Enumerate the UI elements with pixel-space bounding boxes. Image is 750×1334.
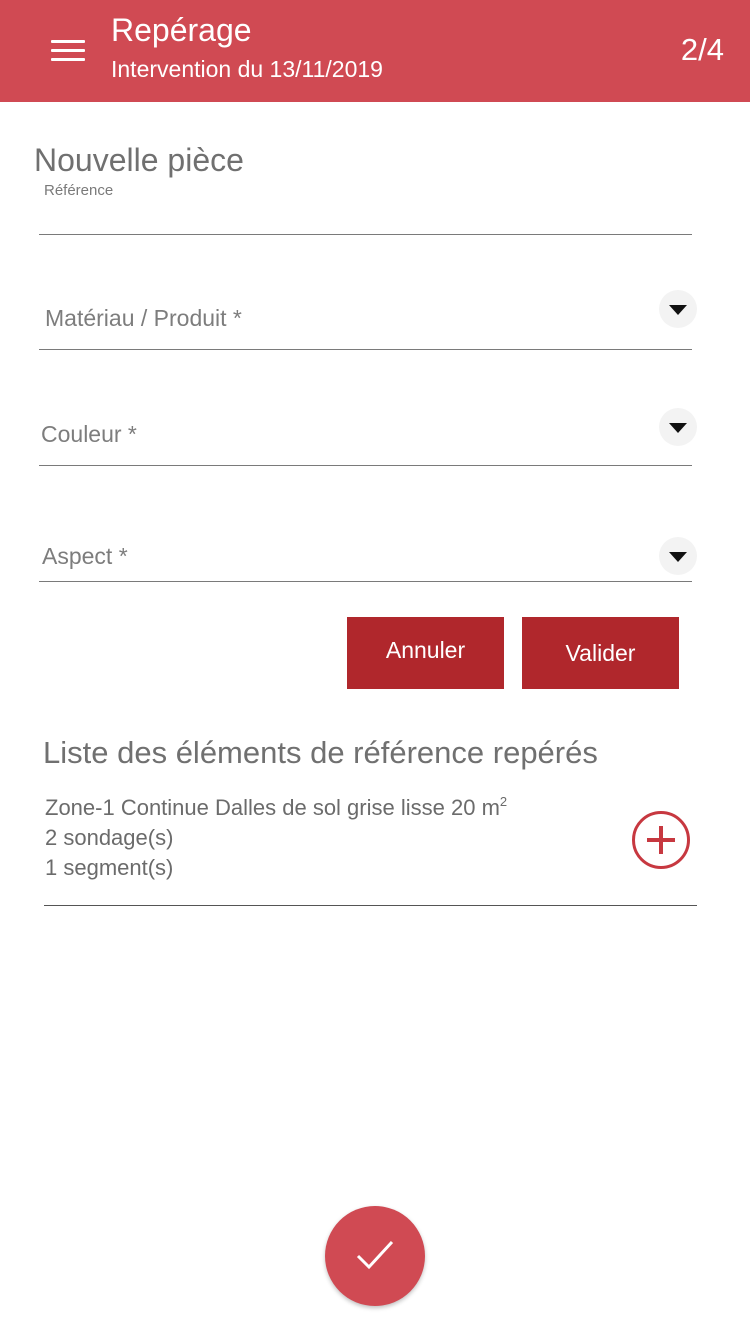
couleur-input[interactable] [41,418,641,450]
page-title: Nouvelle pièce [34,142,244,178]
couleur-dropdown-button[interactable] [659,408,697,446]
menu-button[interactable] [36,26,100,76]
list-item-segments: 1 segment(s) [45,855,174,880]
app-subtitle: Intervention du 13/11/2019 [111,56,383,82]
list-item-sondages: 2 sondage(s) [45,825,174,850]
confirm-fab[interactable] [325,1206,425,1306]
list-item-description: Zone-1 Continue Dalles de sol grise liss… [45,794,508,820]
triangle-down-icon [669,552,687,562]
list-item: Zone-1 Continue Dalles de sol grise liss… [44,794,697,906]
cancel-button[interactable]: Annuler [347,617,504,689]
triangle-down-icon [669,305,687,315]
aspect-field [39,532,697,582]
aspect-dropdown-button[interactable] [659,537,697,575]
aspect-input[interactable] [42,540,642,572]
app-bar: Repérage Intervention du 13/11/2019 2/4 [0,0,750,102]
add-circle-icon[interactable] [632,811,690,869]
submit-button[interactable]: Valider [522,617,679,689]
app-title: Repérage [111,12,252,48]
triangle-down-icon [669,423,687,433]
reference-label: Référence [44,182,114,199]
check-icon [356,1240,394,1270]
materiau-input[interactable] [45,302,645,334]
step-indicator: 2/4 [680,32,724,67]
reference-field: Référence [39,180,692,235]
materiau-field [39,290,697,350]
couleur-field [39,406,697,466]
reference-input[interactable] [39,204,639,232]
hamburger-menu-icon [51,40,85,43]
materiau-dropdown-button[interactable] [659,290,697,328]
list-title: Liste des éléments de référence repérés [43,735,598,770]
